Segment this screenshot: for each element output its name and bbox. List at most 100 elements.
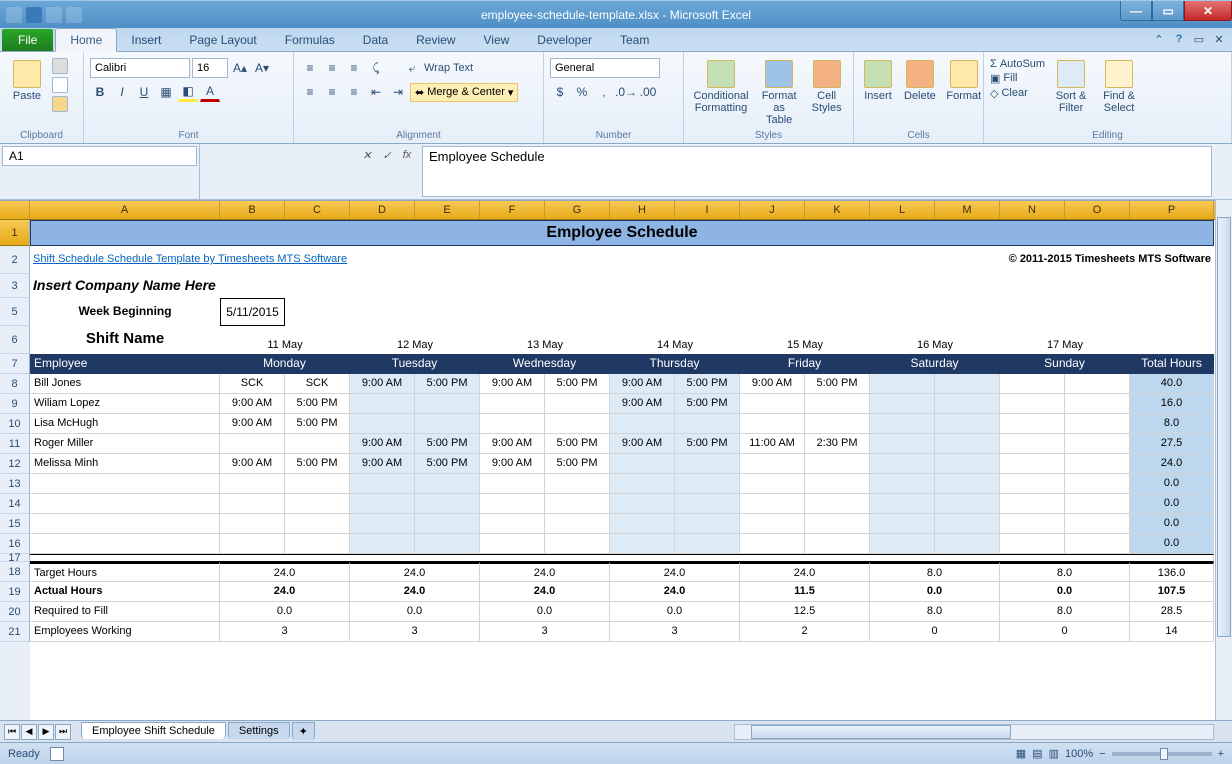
- shift-start[interactable]: [740, 494, 805, 514]
- insert-cells-button[interactable]: Insert: [860, 58, 896, 104]
- formula-input[interactable]: Employee Schedule: [422, 146, 1212, 197]
- vertical-scrollbar[interactable]: [1215, 200, 1232, 720]
- shift-start[interactable]: [350, 514, 415, 534]
- shift-end[interactable]: [1065, 434, 1130, 454]
- ribbon-tab-home[interactable]: Home: [55, 28, 117, 52]
- shift-start[interactable]: [480, 394, 545, 414]
- align-center-icon[interactable]: ≡: [322, 82, 342, 102]
- shift-end[interactable]: 5:00 PM: [285, 394, 350, 414]
- percent-icon[interactable]: %: [572, 82, 592, 102]
- row-header[interactable]: 17: [0, 554, 30, 562]
- column-header[interactable]: F: [480, 201, 545, 219]
- summary-value[interactable]: 3: [480, 622, 610, 642]
- copyright-text[interactable]: © 2011-2015 Timesheets MTS Software: [675, 246, 1214, 274]
- date-header[interactable]: 15 May: [740, 326, 870, 354]
- employee-name[interactable]: [30, 534, 220, 554]
- sort-filter-button[interactable]: Sort & Filter: [1049, 58, 1093, 116]
- shift-end[interactable]: 5:00 PM: [285, 414, 350, 434]
- view-pagebreak-icon[interactable]: ▥: [1049, 747, 1059, 760]
- shift-end[interactable]: [935, 494, 1000, 514]
- shift-end[interactable]: [415, 394, 480, 414]
- row-header[interactable]: 7: [0, 354, 30, 374]
- shift-start[interactable]: [610, 454, 675, 474]
- shift-start[interactable]: [1000, 514, 1065, 534]
- row-header[interactable]: 16: [0, 534, 30, 554]
- shift-start[interactable]: 9:00 AM: [220, 414, 285, 434]
- shift-end[interactable]: 5:00 PM: [415, 454, 480, 474]
- format-cells-button[interactable]: Format: [944, 58, 984, 104]
- underline-button[interactable]: U: [134, 82, 154, 102]
- summary-label[interactable]: Required to Fill: [30, 602, 220, 622]
- shift-start[interactable]: [220, 494, 285, 514]
- macro-record-icon[interactable]: [50, 747, 64, 761]
- column-header[interactable]: K: [805, 201, 870, 219]
- next-sheet-icon[interactable]: ▶: [38, 724, 54, 740]
- shift-start[interactable]: [480, 414, 545, 434]
- align-top-icon[interactable]: ≡: [300, 58, 320, 78]
- cell-styles-button[interactable]: Cell Styles: [806, 58, 847, 116]
- zoom-slider[interactable]: [1112, 752, 1212, 756]
- maximize-button[interactable]: ▭: [1152, 1, 1184, 21]
- row-header[interactable]: 13: [0, 474, 30, 494]
- shift-end[interactable]: [545, 494, 610, 514]
- worksheet-grid[interactable]: ABCDEFGHIJKLMNOP 12356789101112131415161…: [0, 200, 1232, 720]
- shift-start[interactable]: [350, 534, 415, 554]
- shift-start[interactable]: [350, 474, 415, 494]
- column-header[interactable]: E: [415, 201, 480, 219]
- shift-end[interactable]: 5:00 PM: [545, 454, 610, 474]
- column-header[interactable]: O: [1065, 201, 1130, 219]
- row-header[interactable]: 6: [0, 326, 30, 354]
- shift-end[interactable]: [1065, 534, 1130, 554]
- shift-start[interactable]: [220, 474, 285, 494]
- shift-end[interactable]: [1065, 514, 1130, 534]
- column-header[interactable]: D: [350, 201, 415, 219]
- currency-icon[interactable]: $: [550, 82, 570, 102]
- summary-value[interactable]: 24.0: [350, 562, 480, 582]
- shift-start[interactable]: 9:00 AM: [610, 394, 675, 414]
- font-name-select[interactable]: [90, 58, 190, 78]
- ribbon-tab-view[interactable]: View: [470, 29, 524, 51]
- shift-start[interactable]: 9:00 AM: [740, 374, 805, 394]
- column-header[interactable]: I: [675, 201, 740, 219]
- shift-start[interactable]: [740, 514, 805, 534]
- shift-end[interactable]: [545, 474, 610, 494]
- shift-end[interactable]: [415, 474, 480, 494]
- ribbon-tab-team[interactable]: Team: [606, 29, 663, 51]
- fill-color-button[interactable]: ◧: [178, 82, 198, 102]
- column-header[interactable]: B: [220, 201, 285, 219]
- shift-end[interactable]: [675, 494, 740, 514]
- summary-value[interactable]: 8.0: [870, 562, 1000, 582]
- summary-total[interactable]: 136.0: [1130, 562, 1214, 582]
- zoom-in-button[interactable]: +: [1218, 748, 1224, 760]
- employee-name[interactable]: [30, 474, 220, 494]
- employee-name[interactable]: Bill Jones: [30, 374, 220, 394]
- shift-start[interactable]: [610, 414, 675, 434]
- shift-start[interactable]: 9:00 AM: [350, 454, 415, 474]
- cell[interactable]: [1130, 326, 1214, 354]
- row-header[interactable]: 21: [0, 622, 30, 642]
- total-hours[interactable]: 24.0: [1130, 454, 1214, 474]
- shift-end[interactable]: [805, 474, 870, 494]
- summary-value[interactable]: 0.0: [480, 602, 610, 622]
- week-beginning-date[interactable]: 5/11/2015: [220, 298, 285, 326]
- shift-start[interactable]: 9:00 AM: [480, 434, 545, 454]
- total-hours[interactable]: 0.0: [1130, 534, 1214, 554]
- employee-name[interactable]: Roger Miller: [30, 434, 220, 454]
- shift-start[interactable]: [870, 534, 935, 554]
- decrease-indent-icon[interactable]: ⇤: [366, 82, 386, 102]
- close-workbook-icon[interactable]: ✕: [1212, 32, 1226, 46]
- shift-start[interactable]: 9:00 AM: [220, 394, 285, 414]
- summary-label[interactable]: Employees Working: [30, 622, 220, 642]
- paste-button[interactable]: Paste: [6, 58, 48, 104]
- header-day[interactable]: Saturday: [870, 354, 1000, 374]
- employee-name[interactable]: [30, 514, 220, 534]
- column-header[interactable]: H: [610, 201, 675, 219]
- column-header[interactable]: M: [935, 201, 1000, 219]
- cells-area[interactable]: Employee ScheduleShift Schedule Schedule…: [30, 220, 1232, 720]
- row-header[interactable]: 15: [0, 514, 30, 534]
- cancel-formula-icon[interactable]: ✕: [358, 146, 376, 164]
- shift-end[interactable]: [935, 394, 1000, 414]
- column-header[interactable]: G: [545, 201, 610, 219]
- date-header[interactable]: 16 May: [870, 326, 1000, 354]
- link-cell[interactable]: Shift Schedule Schedule Template by Time…: [30, 246, 675, 274]
